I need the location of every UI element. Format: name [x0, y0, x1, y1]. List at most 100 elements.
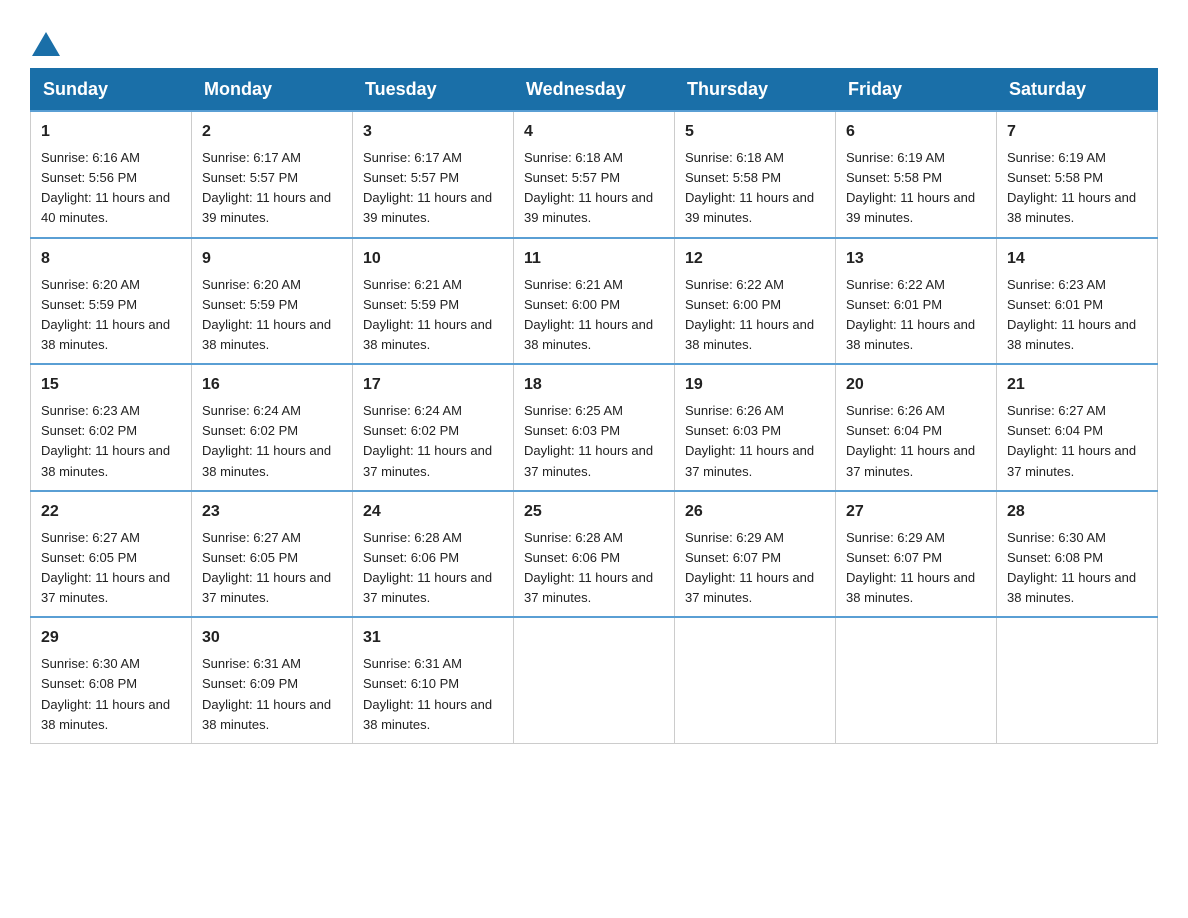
calendar-cell: 9 Sunrise: 6:20 AMSunset: 5:59 PMDaylight…: [192, 238, 353, 365]
day-number: 31: [363, 626, 503, 650]
day-info: Sunrise: 6:27 AMSunset: 6:04 PMDaylight:…: [1007, 401, 1147, 482]
day-number: 2: [202, 120, 342, 144]
calendar-cell: 25 Sunrise: 6:28 AMSunset: 6:06 PMDayligh…: [514, 491, 675, 618]
day-number: 25: [524, 500, 664, 524]
day-number: 4: [524, 120, 664, 144]
logo-area: [30, 30, 62, 48]
day-info: Sunrise: 6:29 AMSunset: 6:07 PMDaylight:…: [685, 528, 825, 609]
day-info: Sunrise: 6:16 AMSunset: 5:56 PMDaylight:…: [41, 148, 181, 229]
week-row-3: 15 Sunrise: 6:23 AMSunset: 6:02 PMDayligh…: [31, 364, 1158, 491]
day-info: Sunrise: 6:26 AMSunset: 6:03 PMDaylight:…: [685, 401, 825, 482]
calendar-table: SundayMondayTuesdayWednesdayThursdayFrid…: [30, 68, 1158, 744]
day-number: 17: [363, 373, 503, 397]
day-info: Sunrise: 6:24 AMSunset: 6:02 PMDaylight:…: [202, 401, 342, 482]
calendar-cell: 29 Sunrise: 6:30 AMSunset: 6:08 PMDayligh…: [31, 617, 192, 743]
day-info: Sunrise: 6:18 AMSunset: 5:57 PMDaylight:…: [524, 148, 664, 229]
day-info: Sunrise: 6:30 AMSunset: 6:08 PMDaylight:…: [1007, 528, 1147, 609]
calendar-cell: [836, 617, 997, 743]
header-monday: Monday: [192, 69, 353, 112]
day-number: 1: [41, 120, 181, 144]
calendar-cell: 23Sunrise: 6:27 AMSunset: 6:05 PMDayligh…: [192, 491, 353, 618]
day-info: Sunrise: 6:23 AMSunset: 6:02 PMDaylight:…: [41, 401, 181, 482]
header-thursday: Thursday: [675, 69, 836, 112]
day-number: 13: [846, 247, 986, 271]
day-info: Sunrise: 6:30 AMSunset: 6:08 PMDaylight:…: [41, 654, 181, 735]
day-info: Sunrise: 6:18 AMSunset: 5:58 PMDaylight:…: [685, 148, 825, 229]
day-info: Sunrise: 6:29 AMSunset: 6:07 PMDaylight:…: [846, 528, 986, 609]
day-number: 8: [41, 247, 181, 271]
day-number: 24: [363, 500, 503, 524]
day-number: 3: [363, 120, 503, 144]
calendar-cell: 10 Sunrise: 6:21 AMSunset: 5:59 PMDayligh…: [353, 238, 514, 365]
day-number: 28: [1007, 500, 1147, 524]
header-row: SundayMondayTuesdayWednesdayThursdayFrid…: [31, 69, 1158, 112]
calendar-cell: 11 Sunrise: 6:21 AMSunset: 6:00 PMDayligh…: [514, 238, 675, 365]
calendar-cell: 16 Sunrise: 6:24 AMSunset: 6:02 PMDayligh…: [192, 364, 353, 491]
day-info: Sunrise: 6:31 AMSunset: 6:10 PMDaylight:…: [363, 654, 503, 735]
calendar-cell: 6 Sunrise: 6:19 AMSunset: 5:58 PMDaylight…: [836, 111, 997, 238]
day-info: Sunrise: 6:27 AMSunset: 6:05 PMDaylight:…: [41, 528, 181, 609]
calendar-cell: [514, 617, 675, 743]
calendar-cell: 13 Sunrise: 6:22 AMSunset: 6:01 PMDayligh…: [836, 238, 997, 365]
day-number: 7: [1007, 120, 1147, 144]
header-friday: Friday: [836, 69, 997, 112]
calendar-cell: 7 Sunrise: 6:19 AMSunset: 5:58 PMDaylight…: [997, 111, 1158, 238]
day-number: 21: [1007, 373, 1147, 397]
day-number: 15: [41, 373, 181, 397]
day-info: Sunrise: 6:19 AMSunset: 5:58 PMDaylight:…: [1007, 148, 1147, 229]
calendar-cell: 8 Sunrise: 6:20 AMSunset: 5:59 PMDaylight…: [31, 238, 192, 365]
calendar-cell: 27 Sunrise: 6:29 AMSunset: 6:07 PMDayligh…: [836, 491, 997, 618]
day-info: Sunrise: 6:23 AMSunset: 6:01 PMDaylight:…: [1007, 275, 1147, 356]
day-number: 16: [202, 373, 342, 397]
week-row-2: 8 Sunrise: 6:20 AMSunset: 5:59 PMDaylight…: [31, 238, 1158, 365]
day-info: Sunrise: 6:17 AMSunset: 5:57 PMDaylight:…: [202, 148, 342, 229]
day-info: Sunrise: 6:24 AMSunset: 6:02 PMDaylight:…: [363, 401, 503, 482]
calendar-cell: 21 Sunrise: 6:27 AMSunset: 6:04 PMDayligh…: [997, 364, 1158, 491]
header-wednesday: Wednesday: [514, 69, 675, 112]
calendar-cell: [997, 617, 1158, 743]
day-info: Sunrise: 6:28 AMSunset: 6:06 PMDaylight:…: [524, 528, 664, 609]
day-info: Sunrise: 6:25 AMSunset: 6:03 PMDaylight:…: [524, 401, 664, 482]
day-info: Sunrise: 6:20 AMSunset: 5:59 PMDaylight:…: [202, 275, 342, 356]
calendar-cell: 20Sunrise: 6:26 AMSunset: 6:04 PMDayligh…: [836, 364, 997, 491]
calendar-cell: 19 Sunrise: 6:26 AMSunset: 6:03 PMDayligh…: [675, 364, 836, 491]
calendar-cell: 28 Sunrise: 6:30 AMSunset: 6:08 PMDayligh…: [997, 491, 1158, 618]
page-header: [30, 30, 1158, 48]
day-number: 29: [41, 626, 181, 650]
day-number: 6: [846, 120, 986, 144]
day-number: 14: [1007, 247, 1147, 271]
calendar-cell: 26Sunrise: 6:29 AMSunset: 6:07 PMDayligh…: [675, 491, 836, 618]
day-number: 19: [685, 373, 825, 397]
calendar-cell: 15 Sunrise: 6:23 AMSunset: 6:02 PMDayligh…: [31, 364, 192, 491]
day-info: Sunrise: 6:21 AMSunset: 6:00 PMDaylight:…: [524, 275, 664, 356]
day-number: 22: [41, 500, 181, 524]
week-row-4: 22 Sunrise: 6:27 AMSunset: 6:05 PMDayligh…: [31, 491, 1158, 618]
calendar-cell: 12Sunrise: 6:22 AMSunset: 6:00 PMDayligh…: [675, 238, 836, 365]
calendar-cell: [675, 617, 836, 743]
day-number: 20: [846, 373, 986, 397]
day-info: Sunrise: 6:21 AMSunset: 5:59 PMDaylight:…: [363, 275, 503, 356]
day-info: Sunrise: 6:20 AMSunset: 5:59 PMDaylight:…: [41, 275, 181, 356]
day-number: 10: [363, 247, 503, 271]
calendar-cell: 31 Sunrise: 6:31 AMSunset: 6:10 PMDayligh…: [353, 617, 514, 743]
calendar-cell: 1 Sunrise: 6:16 AMSunset: 5:56 PMDaylight…: [31, 111, 192, 238]
calendar-cell: 4 Sunrise: 6:18 AMSunset: 5:57 PMDaylight…: [514, 111, 675, 238]
day-info: Sunrise: 6:22 AMSunset: 6:00 PMDaylight:…: [685, 275, 825, 356]
calendar-cell: 18 Sunrise: 6:25 AMSunset: 6:03 PMDayligh…: [514, 364, 675, 491]
day-number: 30: [202, 626, 342, 650]
header-sunday: Sunday: [31, 69, 192, 112]
day-number: 18: [524, 373, 664, 397]
calendar-cell: 5 Sunrise: 6:18 AMSunset: 5:58 PMDaylight…: [675, 111, 836, 238]
day-info: Sunrise: 6:31 AMSunset: 6:09 PMDaylight:…: [202, 654, 342, 735]
week-row-1: 1 Sunrise: 6:16 AMSunset: 5:56 PMDaylight…: [31, 111, 1158, 238]
calendar-cell: 24 Sunrise: 6:28 AMSunset: 6:06 PMDayligh…: [353, 491, 514, 618]
day-number: 23: [202, 500, 342, 524]
day-number: 11: [524, 247, 664, 271]
day-number: 5: [685, 120, 825, 144]
day-info: Sunrise: 6:28 AMSunset: 6:06 PMDaylight:…: [363, 528, 503, 609]
day-number: 27: [846, 500, 986, 524]
day-info: Sunrise: 6:19 AMSunset: 5:58 PMDaylight:…: [846, 148, 986, 229]
day-info: Sunrise: 6:22 AMSunset: 6:01 PMDaylight:…: [846, 275, 986, 356]
calendar-cell: 2 Sunrise: 6:17 AMSunset: 5:57 PMDaylight…: [192, 111, 353, 238]
day-number: 9: [202, 247, 342, 271]
